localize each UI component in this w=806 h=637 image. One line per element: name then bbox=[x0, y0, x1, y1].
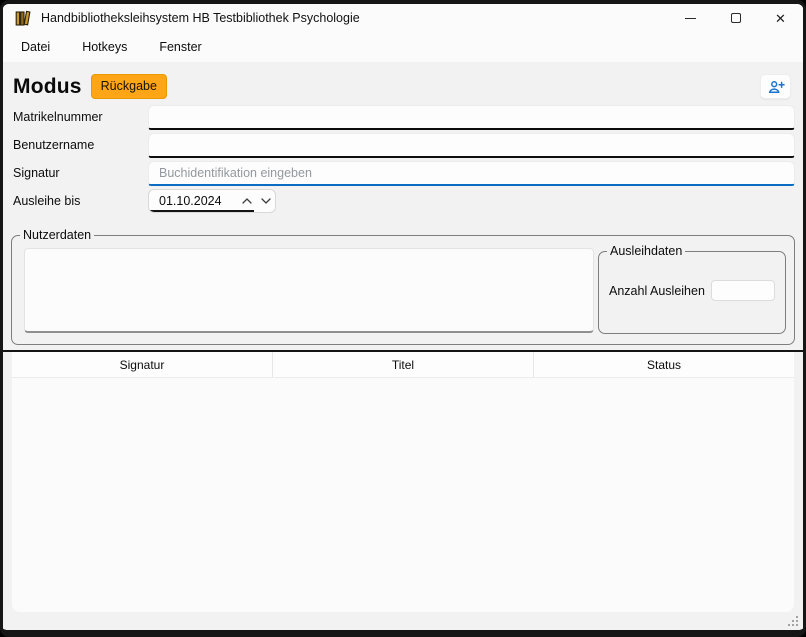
chevron-up-icon bbox=[242, 198, 252, 204]
ausleihe-bis-label: Ausleihe bis bbox=[13, 194, 148, 208]
content-area: Modus Rückgabe Matrikelnummer Benut bbox=[3, 62, 803, 630]
benutzername-label: Benutzername bbox=[13, 138, 148, 152]
table-header-row: Signatur Titel Status bbox=[12, 352, 794, 378]
menu-item-hotkeys[interactable]: Hotkeys bbox=[70, 34, 139, 60]
page-title: Modus bbox=[13, 75, 82, 99]
person-add-icon bbox=[767, 79, 785, 95]
ausleihe-bis-value: 01.10.2024 bbox=[149, 194, 237, 208]
chevron-down-icon bbox=[261, 198, 271, 204]
minimize-icon bbox=[685, 18, 696, 19]
form-row-benutzername: Benutzername bbox=[3, 131, 803, 159]
matrikelnummer-label: Matrikelnummer bbox=[13, 110, 148, 124]
column-header-titel[interactable]: Titel bbox=[272, 352, 533, 377]
resize-grip-icon[interactable] bbox=[787, 615, 799, 627]
mode-row: Modus Rückgabe bbox=[3, 62, 803, 103]
results-table: Signatur Titel Status bbox=[12, 352, 794, 612]
signatur-label: Signatur bbox=[13, 166, 148, 180]
spinner-down-button[interactable] bbox=[256, 190, 275, 212]
results-table-section: Signatur Titel Status bbox=[3, 350, 803, 612]
menu-item-datei[interactable]: Datei bbox=[9, 34, 62, 60]
column-header-status[interactable]: Status bbox=[533, 352, 794, 377]
menu-item-fenster[interactable]: Fenster bbox=[147, 34, 213, 60]
ausleihe-bis-spinner[interactable]: 01.10.2024 bbox=[148, 189, 276, 213]
spinner-up-button[interactable] bbox=[237, 190, 256, 212]
nutzerdaten-groupbox: Nutzerdaten Ausleihdaten Anzahl Ausleihe… bbox=[11, 228, 795, 345]
form-row-ausleihe-bis: Ausleihe bis 01.10.2024 bbox=[3, 187, 803, 215]
maximize-icon bbox=[731, 13, 741, 23]
maximize-button[interactable] bbox=[713, 4, 758, 32]
nutzerdaten-textarea[interactable] bbox=[24, 248, 594, 333]
form-row-signatur: Signatur bbox=[3, 159, 803, 187]
ausleihdaten-legend: Ausleihdaten bbox=[607, 244, 685, 258]
nutzerdaten-legend: Nutzerdaten bbox=[20, 228, 94, 242]
status-strip bbox=[3, 612, 803, 630]
spinner-underline bbox=[150, 210, 254, 212]
anzahl-row: Anzahl Ausleihen bbox=[609, 280, 775, 301]
mode-badge: Rückgabe bbox=[91, 74, 167, 99]
form-row-matrikelnummer: Matrikelnummer bbox=[3, 103, 803, 131]
ausleihdaten-groupbox: Ausleihdaten Anzahl Ausleihen bbox=[598, 244, 786, 334]
titlebar: Handbibliotheksleihsystem HB Testbibliot… bbox=[3, 4, 803, 32]
anzahl-ausleihen-label: Anzahl Ausleihen bbox=[609, 284, 711, 298]
table-body-empty bbox=[12, 378, 794, 612]
books-icon bbox=[15, 10, 32, 27]
menubar: Datei Hotkeys Fenster bbox=[3, 32, 803, 62]
minimize-button[interactable] bbox=[668, 4, 713, 32]
benutzername-input[interactable] bbox=[148, 133, 795, 158]
anzahl-ausleihen-input[interactable] bbox=[711, 280, 775, 301]
close-button[interactable]: ✕ bbox=[758, 4, 803, 32]
matrikelnummer-input[interactable] bbox=[148, 105, 795, 130]
app-window: Handbibliotheksleihsystem HB Testbibliot… bbox=[0, 0, 806, 637]
add-user-button[interactable] bbox=[760, 74, 791, 99]
window-title: Handbibliotheksleihsystem HB Testbibliot… bbox=[41, 11, 668, 25]
column-header-signatur[interactable]: Signatur bbox=[12, 352, 272, 377]
close-icon: ✕ bbox=[775, 12, 786, 25]
signatur-input[interactable] bbox=[148, 161, 795, 186]
